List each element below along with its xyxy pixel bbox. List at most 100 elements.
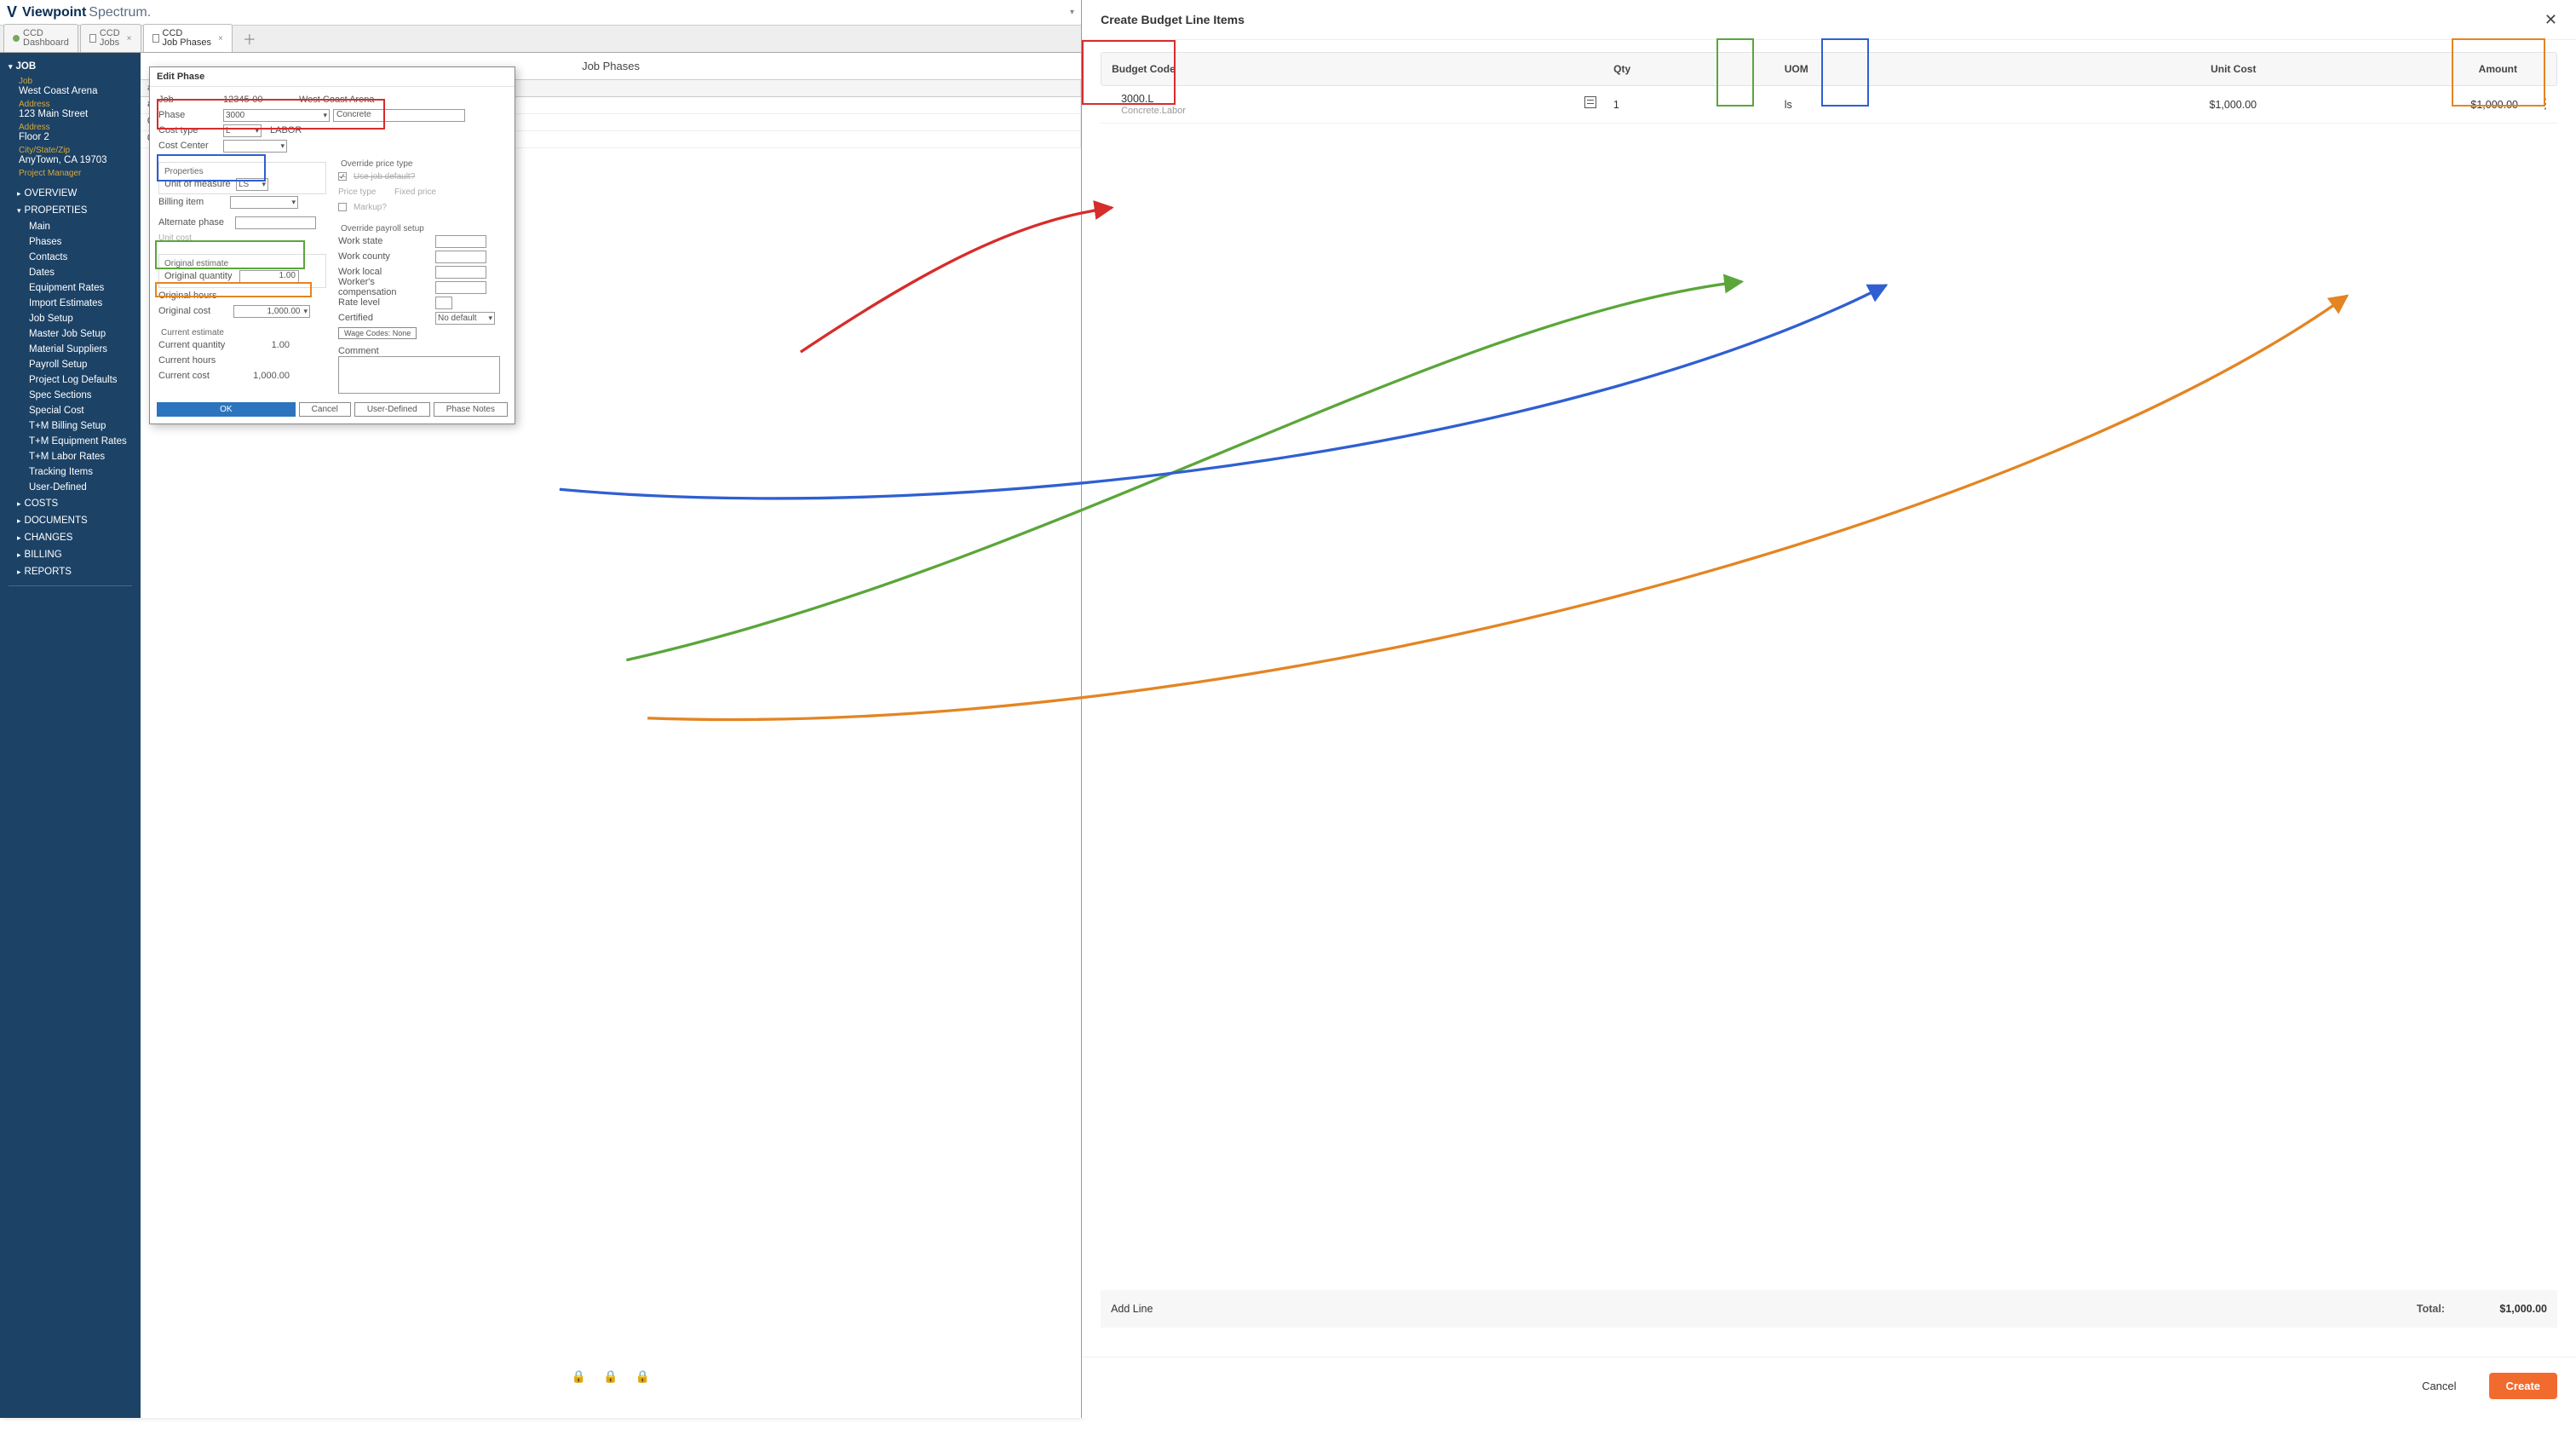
label: Current hours <box>158 355 235 366</box>
sidebar-item[interactable]: T+M Billing Setup <box>0 418 141 434</box>
sidebar-reports[interactable]: ▸REPORTS <box>0 563 141 580</box>
origcost-input[interactable]: 1,000.00 <box>233 305 310 318</box>
label: Work state <box>338 236 432 246</box>
label: Price type <box>338 187 391 197</box>
sidebar-item[interactable]: Special Cost <box>0 403 141 418</box>
sidebar-item[interactable]: Equipment Rates <box>0 280 141 296</box>
sidebar-item[interactable]: Material Suppliers <box>0 342 141 357</box>
altphase-input[interactable] <box>235 216 316 229</box>
label: Billing item <box>158 197 227 207</box>
tab-subtitle: Job Phases <box>163 38 211 48</box>
brand-logo-icon: V <box>7 3 17 21</box>
budget-code: 3000.L <box>1121 93 1583 105</box>
sidebar-costs[interactable]: ▸COSTS <box>0 495 141 512</box>
comment-input[interactable] <box>338 356 500 394</box>
use-default-checkbox[interactable] <box>338 172 347 181</box>
brand-name: Viewpoint <box>22 5 86 20</box>
tab-jobs[interactable]: CCD Jobs × <box>80 24 141 52</box>
panel-title: Create Budget Line Items <box>1101 13 1245 26</box>
sidebar-item[interactable]: Tracking Items <box>0 464 141 480</box>
billing-select[interactable] <box>230 196 298 209</box>
add-line-button[interactable]: Add Line <box>1111 1303 1153 1315</box>
sidebar-item[interactable]: Spec Sections <box>0 388 141 403</box>
origqty-input[interactable]: 1.00 <box>239 270 299 283</box>
create-button[interactable]: Create <box>2489 1373 2557 1399</box>
workstate-input[interactable] <box>435 235 486 248</box>
cancel-button[interactable]: Cancel <box>299 402 351 417</box>
sidebar-job-header[interactable]: ▾JOB <box>0 58 141 75</box>
label: Current cost <box>158 371 235 381</box>
content-area: Job Phases arch code 12345-00 West Coast… <box>141 53 1081 1418</box>
sidebar-billing[interactable]: ▸BILLING <box>0 546 141 563</box>
add-tab-button[interactable]: ＋ <box>234 25 265 52</box>
uom-cell[interactable]: ls <box>1774 99 1975 111</box>
worklocal-input[interactable] <box>435 266 486 279</box>
edit-phase-dialog: Edit Phase Job 12345-00 West Coast Arena… <box>149 66 515 424</box>
phase-desc-input[interactable]: Concrete <box>333 109 465 122</box>
sidebar-changes[interactable]: ▸CHANGES <box>0 529 141 546</box>
col-header: Amount <box>2266 63 2527 75</box>
more-icon[interactable]: ⋮ <box>2539 97 2552 112</box>
chevron-down-icon[interactable]: ▾ <box>1070 8 1074 17</box>
tab-subtitle: Dashboard <box>23 38 69 48</box>
col-header: Qty <box>1603 63 1774 75</box>
sidebar: ▾JOB Job West Coast Arena Address 123 Ma… <box>0 53 141 1418</box>
wagecodes-button[interactable]: Wage Codes: None <box>338 327 417 339</box>
col-header: Budget Code <box>1101 63 1603 75</box>
tab-dashboard[interactable]: CCD Dashboard <box>3 24 78 52</box>
label: Original quantity <box>164 271 236 281</box>
value: LABOR <box>270 125 302 135</box>
close-icon[interactable]: × <box>127 34 132 43</box>
sidebar-item[interactable]: Main <box>0 219 141 234</box>
label: Use job default? <box>354 172 415 182</box>
lock-icons: 🔒 🔒 🔒 <box>572 1369 650 1384</box>
amount-cell: $1,000.00 <box>2267 99 2528 111</box>
label: Original cost <box>158 306 230 316</box>
sidebar-properties[interactable]: ▾PROPERTIES <box>0 202 141 219</box>
userdefined-button[interactable]: User-Defined <box>354 402 430 417</box>
sidebar-item[interactable]: T+M Labor Rates <box>0 449 141 464</box>
costtype-select[interactable]: L <box>223 124 262 137</box>
sidebar-item[interactable]: User-Defined <box>0 480 141 495</box>
workcomp-input[interactable] <box>435 281 486 294</box>
tab-subtitle: Jobs <box>100 38 120 48</box>
close-icon[interactable]: ✕ <box>2544 12 2557 27</box>
label: Unit of measure <box>164 179 233 189</box>
sidebar-documents[interactable]: ▸DOCUMENTS <box>0 512 141 529</box>
tab-job-phases[interactable]: CCD Job Phases × <box>143 24 233 52</box>
phase-select[interactable]: 3000 <box>223 109 330 122</box>
kv-value: 123 Main Street <box>0 109 141 121</box>
unitcost-cell[interactable]: $1,000.00 <box>1975 99 2267 111</box>
phasenotes-button[interactable]: Phase Notes <box>434 402 508 417</box>
sidebar-overview[interactable]: ▸OVERVIEW <box>0 185 141 202</box>
sidebar-item[interactable]: Dates <box>0 265 141 280</box>
uom-select[interactable]: LS <box>236 178 268 191</box>
lock-icon: 🔒 <box>603 1369 618 1384</box>
sidebar-item[interactable]: Phases <box>0 234 141 250</box>
label: Phase <box>158 110 220 120</box>
sidebar-item[interactable]: Payroll Setup <box>0 357 141 372</box>
sidebar-item[interactable]: T+M Equipment Rates <box>0 434 141 449</box>
lock-icon: 🔒 <box>572 1369 586 1384</box>
ratelevel-input[interactable] <box>435 297 452 309</box>
workcounty-input[interactable] <box>435 251 486 263</box>
close-icon[interactable]: × <box>218 34 223 43</box>
markup-checkbox[interactable] <box>338 203 347 211</box>
doc-icon <box>89 34 96 43</box>
note-icon[interactable] <box>1584 96 1596 108</box>
legend: Override payroll setup <box>338 224 427 233</box>
label: Worker's compensation <box>338 277 432 297</box>
ok-button[interactable]: OK <box>157 402 296 417</box>
kv-value: AnyTown, CA 19703 <box>0 155 141 167</box>
sidebar-item[interactable]: Project Log Defaults <box>0 372 141 388</box>
sidebar-item[interactable]: Job Setup <box>0 311 141 326</box>
sidebar-item[interactable]: Import Estimates <box>0 296 141 311</box>
table-row[interactable]: 3000.L Concrete.Labor 1 ls $1,000.00 $1,… <box>1101 86 2557 124</box>
certified-select[interactable]: No default <box>435 312 495 325</box>
brand-suffix: Spectrum. <box>89 5 151 20</box>
costcenter-select[interactable] <box>223 140 287 153</box>
qty-cell[interactable]: 1 <box>1603 99 1774 111</box>
sidebar-item[interactable]: Contacts <box>0 250 141 265</box>
cancel-button[interactable]: Cancel <box>2405 1373 2473 1399</box>
sidebar-item[interactable]: Master Job Setup <box>0 326 141 342</box>
